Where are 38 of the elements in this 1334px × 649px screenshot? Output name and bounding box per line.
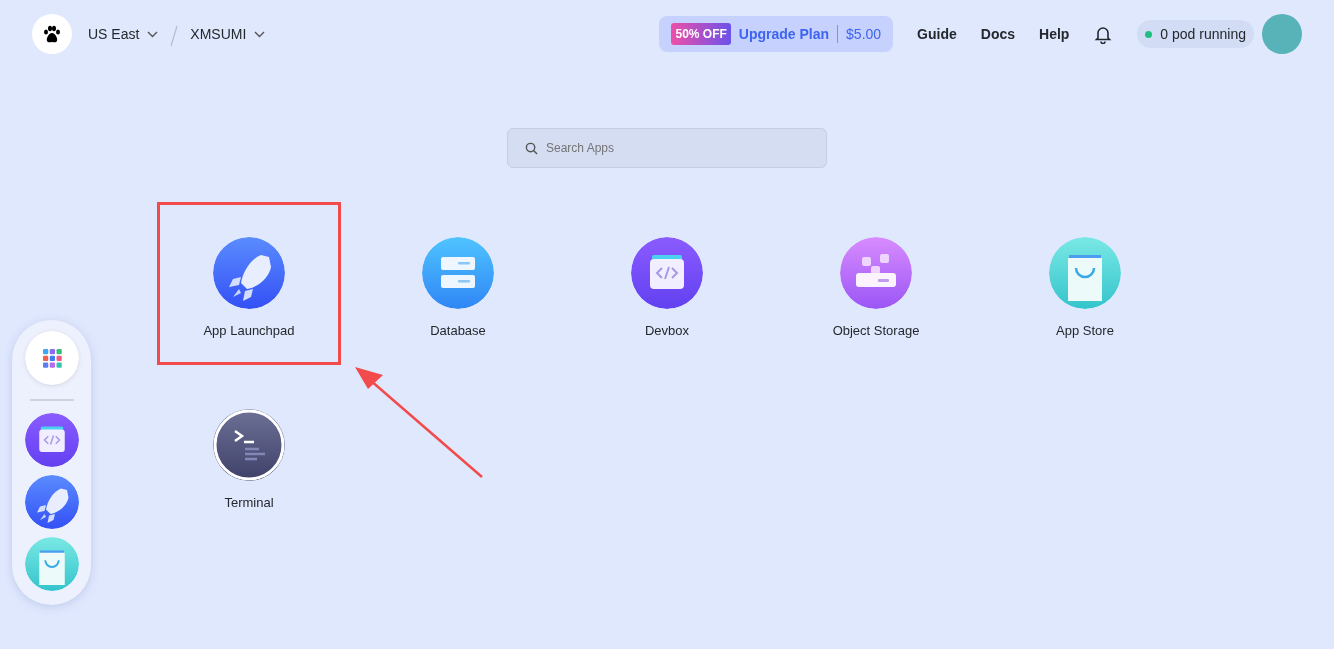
workspace-selector[interactable]: XMSUMI	[190, 23, 266, 45]
code-window-icon[interactable]	[24, 413, 79, 467]
search-field[interactable]: Search Apps	[507, 128, 827, 168]
app-tile[interactable]: Devbox	[575, 202, 759, 365]
nav-link[interactable]: Docs	[980, 23, 1015, 45]
app-name: Object Storage	[832, 322, 920, 340]
storage-blocks-icon	[840, 237, 912, 309]
shopping-bag-icon	[1049, 237, 1121, 309]
upgrade-plan-label: Upgrade Plan	[738, 24, 830, 44]
paw-icon	[43, 25, 61, 43]
pod-status-label: 0 pod running	[1160, 24, 1246, 44]
app-tile[interactable]: Database	[366, 202, 550, 365]
paw-logo[interactable]	[32, 14, 72, 54]
code-window-icon	[631, 237, 703, 309]
price: $5.00	[846, 24, 882, 44]
highlighted-app-tile[interactable]: App Launchpad	[157, 202, 341, 365]
app-tile[interactable]: Object Storage	[784, 202, 968, 365]
app-name: Database	[430, 322, 486, 340]
nav-link[interactable]: Help	[1039, 23, 1070, 45]
rocket-icon	[213, 237, 285, 309]
pod-status[interactable]: 0 pod running	[1137, 20, 1254, 48]
app-tile[interactable]: App Store	[993, 202, 1177, 365]
region-selector[interactable]: US East	[88, 23, 159, 45]
discount-badge: 50% OFF	[671, 23, 731, 45]
app-name: Devbox	[644, 322, 690, 340]
chevron-down-icon	[147, 30, 159, 38]
terminal-icon	[213, 409, 285, 481]
database-icon	[422, 237, 494, 309]
app-tile[interactable]: Terminal	[157, 374, 341, 537]
app-name: Terminal	[224, 494, 274, 512]
notification-bell-icon[interactable]	[1093, 24, 1114, 44]
chevron-down-icon	[254, 30, 266, 38]
rocket-icon[interactable]	[24, 475, 79, 529]
upgrade-plan-button[interactable]: 50% OFF Upgrade Plan $5.00	[659, 16, 894, 52]
app-name: App Launchpad	[203, 322, 295, 340]
app-grid-icon[interactable]	[24, 331, 79, 385]
nav-link[interactable]: Guide	[917, 23, 957, 45]
app-name: App Store	[1056, 322, 1114, 340]
